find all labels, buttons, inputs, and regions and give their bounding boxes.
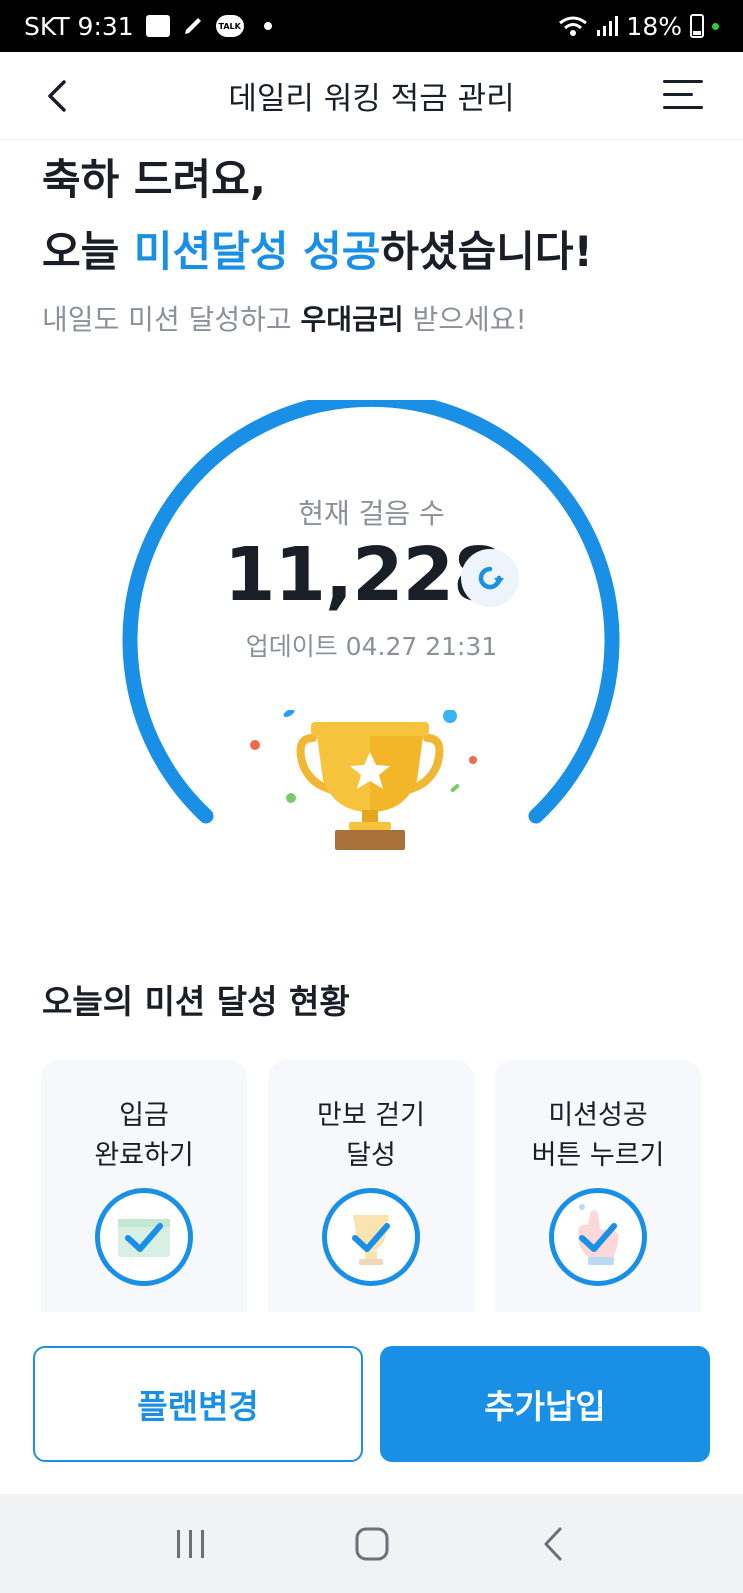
mission-label-line1: 입금 [119,1100,169,1131]
home-button[interactable] [342,1519,402,1569]
mission-success-heading: 오늘 미션달성 성공하셨습니다! [42,218,593,279]
pen-icon [184,18,201,34]
subtext-suffix: 받으세요! [403,303,527,336]
back-button[interactable] [40,76,80,116]
check-hand-icon [549,1188,647,1286]
mission-label-line2: 버튼 누르기 [531,1140,665,1171]
congrats-heading: 축하 드려요, [42,155,266,204]
benefit-subtext: 내일도 미션 달성하고 우대금리 받으세요! [42,298,527,338]
refresh-button[interactable] [461,549,519,607]
mission-card-walking: 만보 걷기 달성 [268,1060,474,1312]
recent-apps-button[interactable] [161,1519,221,1569]
extra-payment-button[interactable]: 추가납입 [380,1346,710,1462]
steps-label: 현재 걸음 수 [298,497,445,530]
notification-dot [263,22,272,30]
heading-suffix: 하셨습니다! [380,227,593,276]
page-title: 데일리 워킹 적금 관리 [228,81,515,117]
carrier-time: SKT 9:31 [24,11,134,41]
back-nav-button[interactable] [523,1519,583,1569]
plan-change-button[interactable]: 플랜변경 [33,1346,363,1462]
privacy-indicator [712,22,719,30]
mission-card-button: 미션성공 버튼 누르기 [495,1060,701,1312]
mission-label-line1: 미션성공 [548,1100,648,1131]
mission-label-line2: 완료하기 [94,1140,194,1171]
app-header: 데일리 워킹 적금 관리 [0,52,743,140]
battery-percent: 18% [626,11,682,41]
update-time: 업데이트 04.27 21:31 [245,632,498,661]
refresh-icon [478,566,504,590]
mission-label-line2: 달성 [346,1140,396,1171]
gallery-icon [145,15,170,37]
talk-icon: TALK [215,15,244,37]
recent-apps-icon [176,1529,204,1558]
menu-button[interactable] [663,80,703,112]
system-nav-bar [0,1494,743,1593]
check-deposit-icon [95,1188,193,1286]
status-bar: SKT 9:31 TALK 18% [0,0,743,52]
mission-card-list: 입금 완료하기 만보 걷기 달성 미션성공 버튼 누르기 [41,1060,702,1312]
wifi-icon [559,16,588,36]
check-trophy-icon [322,1188,420,1286]
subtext-strong: 우대금리 [300,303,404,336]
mission-label-line1: 만보 걷기 [317,1100,425,1131]
signal-icon [597,16,619,36]
mission-status-title: 오늘의 미션 달성 현황 [42,982,350,1021]
heading-highlight: 미션달성 성공 [133,227,381,276]
hamburger-menu-icon [663,80,703,109]
heading-prefix: 오늘 [42,227,134,276]
chevron-left-icon [48,80,66,112]
battery-icon [690,14,704,38]
home-icon [355,1527,388,1560]
mission-card-deposit: 입금 완료하기 [41,1060,247,1312]
mission-label: 미션성공 버튼 누르기 [495,1096,701,1176]
trophy-icon [250,710,477,850]
back-icon [544,1527,561,1560]
subtext-prefix: 내일도 미션 달성하고 [42,303,301,336]
mission-label: 입금 완료하기 [41,1096,247,1176]
mission-label: 만보 걷기 달성 [268,1096,474,1176]
bottom-action-bar: 플랜변경 추가납입 [0,1312,743,1494]
